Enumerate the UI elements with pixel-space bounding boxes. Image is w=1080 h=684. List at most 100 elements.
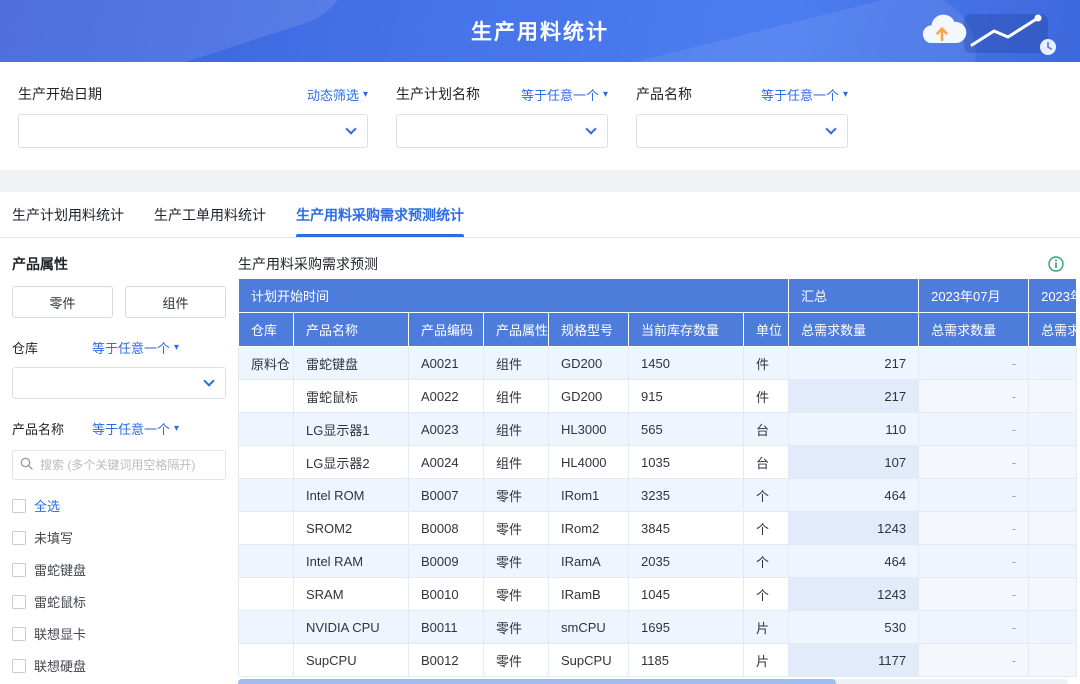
- filter-operator-dropdown[interactable]: 等于任意一个▾: [761, 85, 848, 104]
- warehouse-select[interactable]: [12, 367, 226, 399]
- table-title: 生产用料采购需求预测: [238, 254, 378, 274]
- table-cell: 个: [744, 512, 789, 545]
- col-unit: 单位: [744, 313, 789, 347]
- table-cell: [1029, 512, 1077, 545]
- table-cell: -: [919, 347, 1029, 380]
- table-cell: [239, 380, 294, 413]
- tab-bar: 生产计划用料统计 生产工单用料统计 生产用料采购需求预测统计: [0, 192, 1080, 238]
- table-cell: [1029, 545, 1077, 578]
- caret-down-icon: ▾: [603, 89, 608, 100]
- filter-operator-dropdown[interactable]: 动态筛选▾: [307, 85, 368, 104]
- start-date-select[interactable]: [18, 114, 368, 148]
- col-spec-model: 规格型号: [549, 313, 629, 347]
- table-cell: A0021: [409, 347, 484, 380]
- table-cell: 3235: [629, 479, 744, 512]
- col-product-name: 产品名称: [294, 313, 409, 347]
- table-cell: 台: [744, 413, 789, 446]
- horizontal-scrollbar[interactable]: [238, 679, 1068, 684]
- col-current-stock: 当前库存数量: [629, 313, 744, 347]
- table-cell: [239, 479, 294, 512]
- product-name-select[interactable]: [636, 114, 848, 148]
- table-cell: [239, 512, 294, 545]
- table-cell: IRamB: [549, 578, 629, 611]
- table-row[interactable]: Intel RAMB0009零件IRamA2035个464-: [239, 545, 1077, 578]
- tab-purchase-forecast[interactable]: 生产用料采购需求预测统计: [296, 192, 464, 237]
- attribute-button-components[interactable]: 组件: [125, 286, 226, 318]
- table-cell: [1029, 611, 1077, 644]
- chevron-down-icon: [203, 375, 214, 386]
- attribute-button-parts[interactable]: 零件: [12, 286, 113, 318]
- table-cell: 原料仓: [239, 347, 294, 380]
- table-row[interactable]: LG显示器1A0023组件HL3000565台110-: [239, 413, 1077, 446]
- checkbox[interactable]: [12, 499, 26, 513]
- table-cell: 464: [789, 545, 919, 578]
- tab-plan-material[interactable]: 生产计划用料统计: [12, 192, 124, 237]
- table-cell: -: [919, 446, 1029, 479]
- checkbox-label: 雷蛇键盘: [34, 560, 86, 579]
- chevron-down-icon: [585, 123, 596, 134]
- plan-name-select[interactable]: [396, 114, 608, 148]
- table-cell: LG显示器2: [294, 446, 409, 479]
- checkbox[interactable]: [12, 531, 26, 545]
- product-search-input[interactable]: [12, 450, 226, 480]
- filter-operator-dropdown[interactable]: 等于任意一个▾: [521, 85, 608, 104]
- scrollbar-thumb[interactable]: [238, 679, 836, 684]
- table-cell: 110: [789, 413, 919, 446]
- table-cell: 个: [744, 479, 789, 512]
- table-cell: NVIDIA CPU: [294, 611, 409, 644]
- checkbox[interactable]: [12, 627, 26, 641]
- product-name-label: 产品名称: [12, 419, 92, 438]
- table-cell: 雷蛇鼠标: [294, 380, 409, 413]
- checkbox[interactable]: [12, 659, 26, 673]
- checkbox[interactable]: [12, 563, 26, 577]
- table-cell: 组件: [484, 380, 549, 413]
- page-banner: 生产用料统计: [0, 0, 1080, 62]
- select-all-label: 全选: [34, 496, 60, 515]
- table-cell: [1029, 380, 1077, 413]
- checkbox-item[interactable]: 雷蛇键盘: [12, 560, 226, 579]
- table-cell: 1695: [629, 611, 744, 644]
- checkbox[interactable]: [12, 595, 26, 609]
- table-cell: GD200: [549, 380, 629, 413]
- table-cell: [239, 545, 294, 578]
- table-cell: -: [919, 578, 1029, 611]
- table-row[interactable]: 雷蛇鼠标A0022组件GD200915件217-: [239, 380, 1077, 413]
- table-cell: 3845: [629, 512, 744, 545]
- table-row[interactable]: Intel ROMB0007零件IRom13235个464-: [239, 479, 1077, 512]
- table-row[interactable]: SupCPUB0012零件SupCPU1185片1177-: [239, 644, 1077, 677]
- checkbox-item[interactable]: 联想硬盘: [12, 656, 226, 675]
- caret-down-icon: ▾: [174, 423, 179, 434]
- table-row[interactable]: LG显示器2A0024组件HL40001035台107-: [239, 446, 1077, 479]
- warehouse-operator-dropdown[interactable]: 等于任意一个▾: [92, 338, 179, 357]
- tab-workorder-material[interactable]: 生产工单用料统计: [154, 192, 266, 237]
- table-cell: B0011: [409, 611, 484, 644]
- table-cell: B0008: [409, 512, 484, 545]
- table-cell: 464: [789, 479, 919, 512]
- checkbox-item[interactable]: 联想显卡: [12, 624, 226, 643]
- table-cell: 217: [789, 347, 919, 380]
- table-cell: 1035: [629, 446, 744, 479]
- table-row[interactable]: SRAMB0010零件IRamB1045个1243-: [239, 578, 1077, 611]
- table-cell: LG显示器1: [294, 413, 409, 446]
- table-row[interactable]: SROM2B0008零件IRom23845个1243-: [239, 512, 1077, 545]
- product-attribute-title: 产品属性: [12, 254, 226, 274]
- group-header-summary: 汇总: [789, 279, 919, 313]
- column-header-row: 仓库 产品名称 产品编码 产品属性 规格型号 当前库存数量 单位 总需求数量 总…: [239, 313, 1077, 347]
- caret-down-icon: ▾: [363, 89, 368, 100]
- select-all-item[interactable]: 全选: [12, 496, 226, 515]
- checkbox-item[interactable]: 未填写: [12, 528, 226, 547]
- table-row[interactable]: 原料仓雷蛇键盘A0021组件GD2001450件217-: [239, 347, 1077, 380]
- table-cell: smCPU: [549, 611, 629, 644]
- table-cell: -: [919, 413, 1029, 446]
- table-cell: 零件: [484, 578, 549, 611]
- search-icon: [20, 457, 33, 470]
- table-cell: 件: [744, 380, 789, 413]
- checkbox-item[interactable]: 雷蛇鼠标: [12, 592, 226, 611]
- table-cell: GD200: [549, 347, 629, 380]
- table-cell: -: [919, 644, 1029, 677]
- table-row[interactable]: NVIDIA CPUB0011零件smCPU1695片530-: [239, 611, 1077, 644]
- table-cell: 零件: [484, 644, 549, 677]
- forecast-panel: 生产用料采购需求预测 计划开始时间 汇总 2023年07月 2023年: [238, 238, 1080, 684]
- info-icon[interactable]: [1048, 256, 1064, 272]
- product-operator-dropdown[interactable]: 等于任意一个▾: [92, 419, 179, 438]
